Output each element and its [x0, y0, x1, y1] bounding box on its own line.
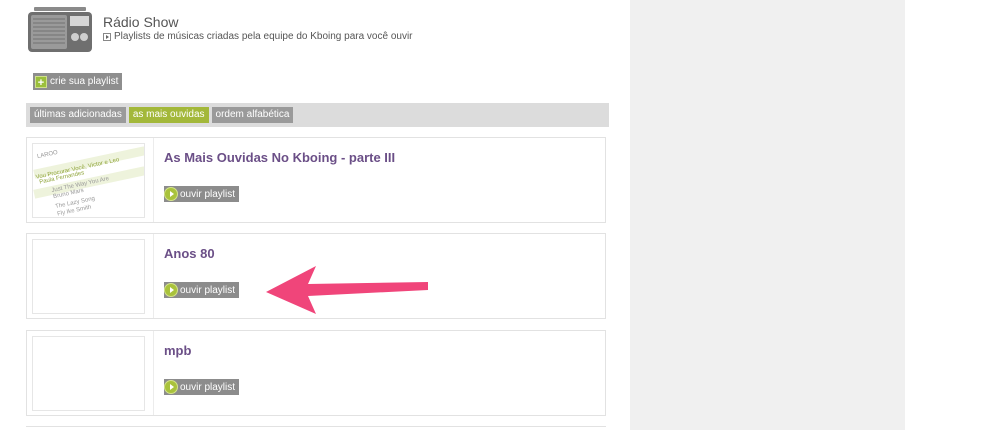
arrow-left-icon: [266, 266, 428, 314]
playlist-thumbnail[interactable]: [32, 336, 145, 411]
playlist-title[interactable]: mpb: [164, 343, 191, 358]
playlist-thumbnail[interactable]: LAROO Vou Procurar Você, Victor e Leo Pa…: [32, 143, 145, 218]
listen-playlist-button[interactable]: ouvir playlist: [164, 379, 240, 395]
tab-alphabetical[interactable]: ordem alfabética: [211, 107, 294, 123]
play-circle-icon: [164, 283, 178, 297]
page-title: Rádio Show: [103, 14, 179, 30]
create-playlist-button[interactable]: + crie sua playlist: [33, 73, 123, 90]
create-playlist-label: crie sua playlist: [50, 76, 119, 87]
page-subtitle: Playlists de músicas criadas pela equipe…: [103, 31, 413, 42]
card-divider: [153, 234, 154, 318]
listen-playlist-label: ouvir playlist: [180, 188, 236, 200]
play-square-icon: [103, 32, 111, 41]
listen-playlist-label: ouvir playlist: [180, 381, 236, 393]
listen-playlist-button[interactable]: ouvir playlist: [164, 282, 240, 298]
tab-latest[interactable]: últimas adicionadas: [30, 107, 126, 123]
listen-playlist-label: ouvir playlist: [180, 284, 236, 296]
card-divider: [153, 138, 154, 222]
thumbnail-text: LAROO: [36, 149, 59, 161]
plus-icon: +: [35, 75, 47, 89]
next-card-edge: [26, 426, 606, 430]
listen-playlist-button[interactable]: ouvir playlist: [164, 186, 240, 202]
sort-tabs: últimas adicionadas as mais ouvidas orde…: [26, 103, 609, 127]
playlist-thumbnail[interactable]: [32, 239, 145, 314]
play-circle-icon: [164, 187, 178, 201]
playlist-title[interactable]: Anos 80: [164, 246, 215, 261]
radio-icon: [28, 7, 92, 52]
playlist-card: mpb ouvir playlist: [26, 330, 606, 416]
card-divider: [153, 331, 154, 415]
playlist-card: LAROO Vou Procurar Você, Victor e Leo Pa…: [26, 137, 606, 223]
right-side-panel: [630, 0, 905, 430]
tab-most-played[interactable]: as mais ouvidas: [128, 107, 209, 123]
page-subtitle-text: Playlists de músicas criadas pela equipe…: [114, 31, 413, 42]
playlist-title[interactable]: As Mais Ouvidas No Kboing - parte III: [164, 150, 395, 165]
play-circle-icon: [164, 380, 178, 394]
